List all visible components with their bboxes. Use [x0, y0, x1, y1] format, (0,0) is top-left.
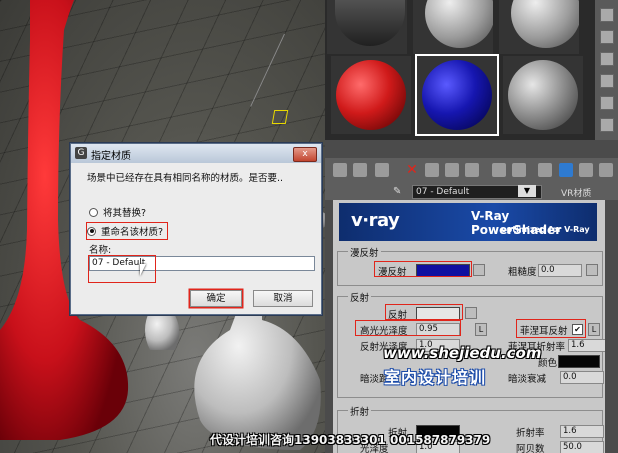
chevron-down-icon[interactable]: ▼: [518, 185, 536, 197]
put-to-library-icon[interactable]: [465, 163, 479, 177]
hilight-lock-button[interactable]: L: [475, 323, 487, 336]
cancel-button[interactable]: 取消: [253, 290, 313, 307]
backlight-icon[interactable]: [600, 30, 614, 44]
dialog-titlebar[interactable]: G 指定材质 x: [71, 144, 321, 163]
reflect-group-title: 反射: [348, 290, 372, 304]
mouse-cursor-icon: [140, 264, 146, 276]
sample-slots: [325, 0, 595, 140]
roughness-map-button[interactable]: [586, 264, 598, 276]
eyedropper-icon[interactable]: ✎: [393, 186, 405, 198]
go-forward-icon[interactable]: [579, 163, 593, 177]
gray-vase-small: [145, 310, 180, 350]
highlight-box: [355, 320, 461, 336]
highlight-box: [516, 319, 586, 338]
dialog-title: 指定材质: [91, 151, 131, 162]
watermark-name: 室内设计培训: [384, 368, 487, 387]
diffuse-group-title: 漫反射: [348, 245, 381, 259]
sample-slot-4[interactable]: [331, 56, 411, 134]
gray-sphere: [508, 60, 578, 130]
watermark-url: www.shejiedu.com: [383, 344, 542, 362]
video-check-icon[interactable]: [600, 96, 614, 110]
dim-falloff-label: 暗淡衰减: [508, 374, 547, 385]
sample-type-icon[interactable]: [600, 8, 614, 22]
show-end-result-icon[interactable]: [538, 163, 552, 177]
parameters-panel: v·ray V-Ray PowerShader optimized for V-…: [333, 200, 605, 453]
abbe-spinner[interactable]: 50.0: [560, 441, 604, 453]
ok-button[interactable]: 确定: [190, 290, 242, 307]
option-rename-label: 重命名该材质?: [101, 227, 164, 238]
banner-subtitle: optimized for V-Ray: [501, 225, 590, 234]
refract-group-title: 折射: [348, 404, 372, 418]
light-gizmo-icon[interactable]: [271, 110, 289, 124]
sample-slot-5[interactable]: [415, 54, 499, 136]
name-label: 名称:: [89, 245, 112, 256]
close-button[interactable]: x: [293, 147, 317, 162]
env-sphere: [335, 0, 405, 46]
option-rename[interactable]: 重命名该材质?: [86, 222, 169, 240]
put-to-scene-icon[interactable]: [353, 163, 367, 177]
assign-to-selection-icon[interactable]: [375, 163, 389, 177]
go-to-parent-icon[interactable]: [559, 163, 573, 177]
show-map-icon[interactable]: [512, 163, 526, 177]
sample-slot-1[interactable]: [327, 0, 407, 54]
sample-slot-6[interactable]: [503, 56, 583, 134]
background-icon[interactable]: [600, 52, 614, 66]
side-toolbar: [595, 0, 618, 140]
material-name-row: ✎ 07 - Default ▼ VR材质: [325, 184, 618, 200]
diffuse-map-button[interactable]: [473, 264, 485, 276]
select-by-material-icon[interactable]: [599, 163, 613, 177]
assign-material-dialog: G 指定材质 x 场景中已经存在具有相同名称的材质。是否要.. 将其替换? 重命…: [70, 143, 322, 315]
sample-slot-3[interactable]: [499, 0, 579, 54]
fresnel-lock-button[interactable]: L: [588, 323, 600, 336]
get-material-icon[interactable]: [333, 163, 347, 177]
option-replace[interactable]: 将其替换?: [89, 205, 146, 219]
reset-icon[interactable]: ✕: [405, 163, 419, 177]
watermark-contact: 代设计培训咨询13903833301 001587879379: [210, 433, 491, 447]
dialog-message: 场景中已经存在具有相同名称的材质。是否要..: [87, 173, 284, 184]
abbe-label: 阿贝数: [516, 444, 545, 453]
reflect-map-button[interactable]: [465, 307, 477, 319]
red-sphere: [336, 60, 406, 130]
vray-banner: v·ray V-Ray PowerShader optimized for V-…: [339, 203, 597, 241]
gray-sphere: [511, 0, 579, 48]
sample-slot-2[interactable]: [413, 0, 493, 54]
radio-icon[interactable]: [89, 207, 98, 217]
highlight-box: [374, 261, 472, 277]
option-replace-label: 将其替换?: [103, 208, 147, 219]
options-icon[interactable]: [600, 118, 614, 132]
material-id-icon[interactable]: [492, 163, 506, 177]
fresnel-ior-spinner[interactable]: 1.6: [568, 339, 605, 352]
blue-sphere: [422, 60, 492, 130]
material-toolbar: ✕: [325, 158, 618, 184]
highlight-box: [385, 304, 463, 320]
dim-falloff-spinner[interactable]: 0.0: [560, 371, 604, 384]
ior-label: 折射率: [516, 428, 545, 439]
roughness-label: 粗糙度: [508, 267, 537, 278]
diffuse-group: 漫反射 漫反射 粗糙度 0.0: [337, 245, 603, 286]
copy-material-icon[interactable]: [425, 163, 439, 177]
exit-color-swatch[interactable]: [558, 355, 600, 368]
gray-sphere: [425, 0, 493, 48]
radio-icon[interactable]: [87, 226, 96, 236]
material-type-button[interactable]: VR材质: [561, 186, 591, 199]
vray-logo: v·ray: [351, 210, 400, 231]
app-icon: G: [75, 147, 87, 159]
roughness-spinner[interactable]: 0.0: [538, 264, 582, 277]
make-unique-icon[interactable]: [445, 163, 459, 177]
uv-tiling-icon[interactable]: [600, 74, 614, 88]
ior-spinner[interactable]: 1.6: [560, 425, 604, 438]
